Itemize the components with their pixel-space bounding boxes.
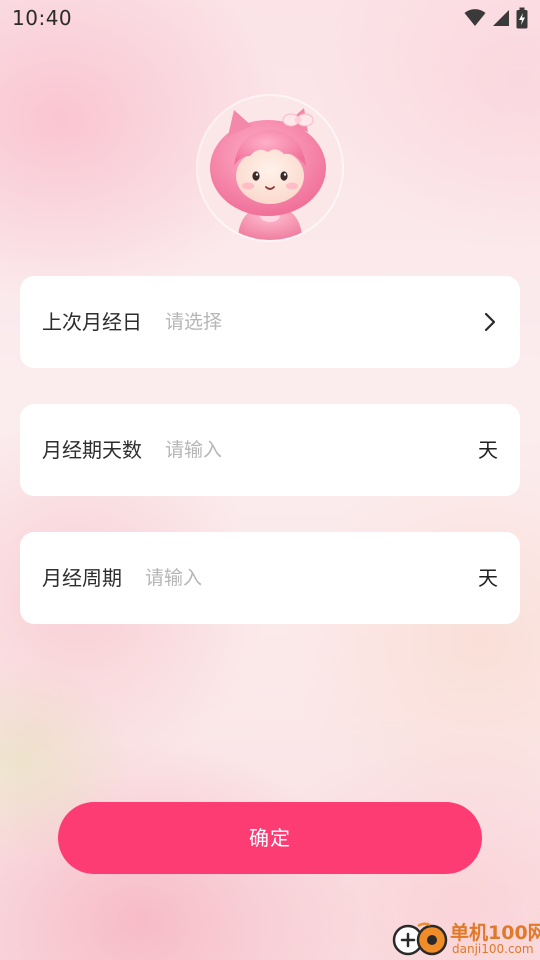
status-bar: 10:40 — [0, 0, 540, 36]
cycle-length-unit: 天 — [478, 566, 498, 590]
watermark-logo-icon — [392, 922, 448, 956]
confirm-button[interactable]: 确定 — [58, 802, 482, 874]
last-period-date-row[interactable]: 上次月经日 请选择 — [20, 276, 520, 368]
avatar — [198, 96, 342, 240]
chevron-right-icon — [484, 312, 496, 332]
cellular-signal-icon — [492, 8, 510, 28]
wifi-icon — [464, 8, 486, 28]
last-period-date-label: 上次月经日 — [42, 310, 142, 334]
pink-character-avatar — [210, 108, 326, 240]
period-days-row: 月经期天数 天 — [20, 404, 520, 496]
screen: 10:40 上次月经日 请选择 月经期天数 请输入 天 月经周期 请输入 天 确… — [0, 0, 540, 960]
period-days-label: 月经期天数 — [42, 438, 142, 462]
last-period-date-select[interactable]: 请选择 — [165, 276, 222, 368]
watermark: 单机100网 danji100.com — [390, 916, 540, 960]
cycle-length-label: 月经周期 — [42, 566, 122, 590]
status-icons — [464, 6, 528, 30]
battery-charging-icon — [516, 7, 528, 29]
period-days-unit: 天 — [478, 438, 498, 462]
watermark-title: 单机100网 — [450, 922, 540, 944]
cycle-length-input[interactable] — [145, 532, 385, 624]
status-time: 10:40 — [12, 6, 73, 30]
watermark-domain: danji100.com — [452, 942, 534, 956]
cycle-length-row: 月经周期 天 — [20, 532, 520, 624]
period-days-input[interactable] — [165, 404, 405, 496]
